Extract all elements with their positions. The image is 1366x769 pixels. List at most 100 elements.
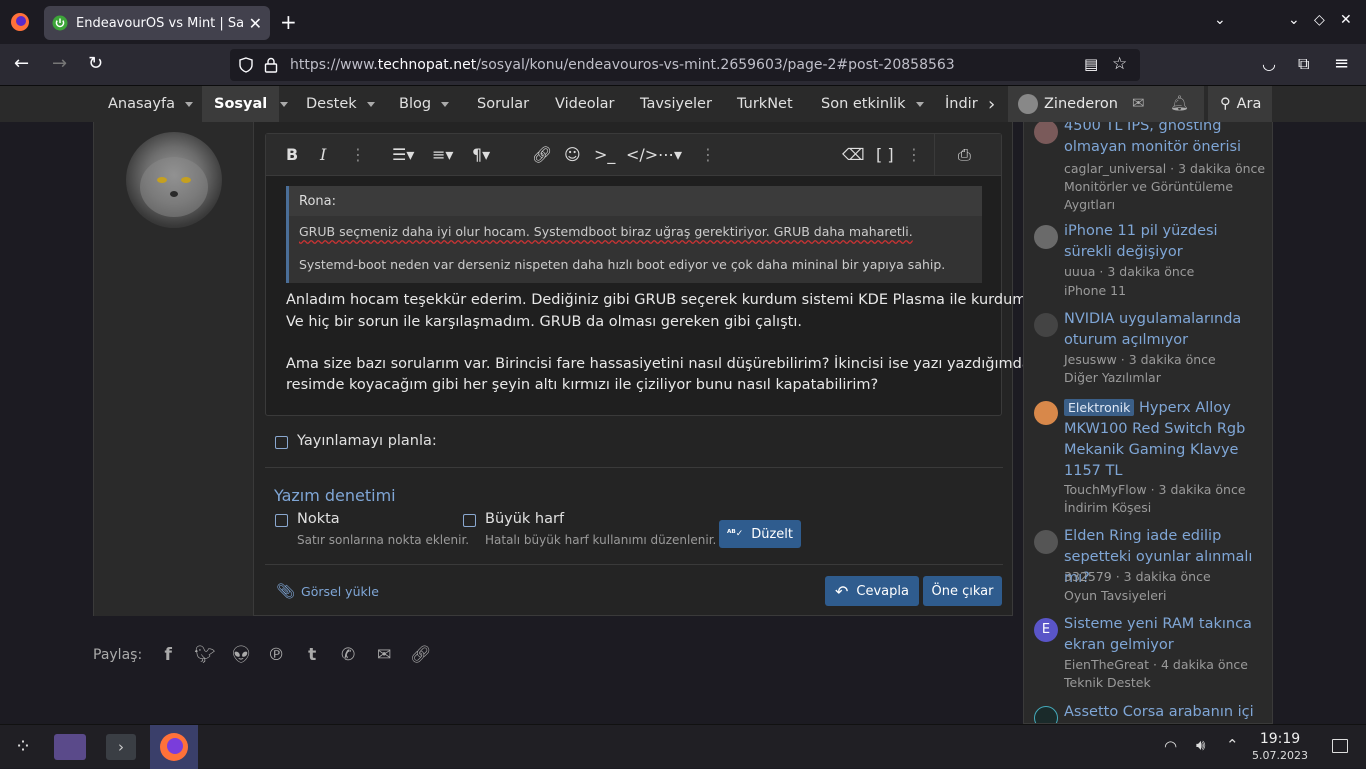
reader-view-icon[interactable]: ▤ — [1084, 55, 1098, 73]
thread-category[interactable]: Oyun Tavsiyeleri — [1064, 587, 1167, 605]
align-icon[interactable]: ≡▾ — [432, 146, 453, 164]
firefox-icon[interactable] — [10, 12, 30, 32]
volume-icon[interactable]: 🔊︎ — [1196, 736, 1205, 754]
upload-image-link[interactable]: 📎︎ Görsel yükle — [276, 582, 379, 600]
back-icon[interactable]: ← — [14, 55, 29, 73]
new-tab-button[interactable]: + — [280, 10, 297, 34]
bookmark-star-icon[interactable]: ☆ — [1112, 54, 1127, 74]
schedule-checkbox[interactable] — [275, 436, 288, 449]
nav-videolar[interactable]: Videolar — [555, 86, 615, 122]
message-editor[interactable]: B I ⋮ ☰▾ ≡▾ ¶▾ 🔗︎ ☺ >_ </> ⋯▾ ⋮ ⌫ [ ] ⋮ … — [265, 133, 1031, 416]
clock-date[interactable]: 5.07.2023 — [1250, 749, 1310, 762]
terminal-icon[interactable]: >_ — [594, 146, 615, 164]
link-icon[interactable]: 🔗︎ — [532, 146, 552, 164]
minimize-icon[interactable]: ⌄ — [1288, 12, 1300, 28]
terminal-icon[interactable]: › — [106, 734, 136, 760]
thread-category[interactable]: Diğer Yazılımlar — [1064, 369, 1161, 387]
extensions-icon[interactable]: ⧉ — [1298, 55, 1309, 73]
thread-meta: caglar_universal · 3 dakika önce — [1064, 161, 1266, 176]
app-menu-icon[interactable]: ≡ — [1334, 55, 1349, 73]
nav-sorular[interactable]: Sorular — [477, 86, 529, 122]
italic-icon[interactable]: I — [320, 146, 326, 164]
chevron-right-icon[interactable]: › — [988, 86, 995, 122]
chevron-down-icon[interactable] — [915, 101, 924, 107]
nokta-checkbox[interactable] — [275, 514, 288, 527]
nav-indir[interactable]: İndir — [945, 86, 979, 122]
chevron-down-icon[interactable] — [366, 101, 375, 107]
lock-icon[interactable] — [264, 57, 278, 73]
link-icon[interactable]: 🔗︎ — [410, 645, 432, 665]
clock-time[interactable]: 19:19 — [1250, 731, 1310, 747]
thread-category[interactable]: Teknik Destek — [1064, 674, 1151, 692]
reddit-icon[interactable]: 👽︎ — [230, 645, 252, 665]
thread-category[interactable]: Monitörler ve Görüntüleme Aygıtları — [1064, 178, 1254, 214]
nav-tavsiyeler[interactable]: Tavsiyeler — [640, 86, 712, 122]
list-icon[interactable]: ☰▾ — [392, 146, 414, 164]
nav-turknet[interactable]: TurkNet — [737, 86, 793, 122]
url-domain: technopat.net — [377, 57, 477, 73]
preview-button[interactable]: Öne çıkar — [923, 576, 1002, 606]
more-vertical-icon[interactable]: ⋮ — [350, 146, 366, 164]
email-icon[interactable]: ✉ — [374, 645, 394, 665]
url-bar[interactable]: https://www. technopat.net/sosyal/konu/en… — [230, 49, 1140, 81]
chevron-down-icon[interactable] — [185, 101, 194, 107]
show-desktop-icon[interactable] — [1332, 739, 1348, 753]
close-tab-icon[interactable]: ✕ — [249, 14, 262, 33]
file-manager-icon[interactable] — [54, 734, 86, 760]
quote-line: GRUB seçmeniz daha iyi olur hocam. Syste… — [299, 224, 913, 239]
thread-title[interactable]: iPhone 11 pil yüzdesi sürekli değişiyor — [1064, 221, 1269, 263]
search-icon: ⚲ — [1220, 96, 1231, 112]
tab-list-icon[interactable]: ⌄ — [1214, 12, 1226, 28]
search-button[interactable]: ⚲ Ara — [1208, 86, 1272, 122]
pocket-icon[interactable]: ◡ — [1262, 55, 1276, 73]
user-menu[interactable]: Zinederon ✉ 🔔︎ — [1008, 86, 1204, 122]
nav-blog[interactable]: Blog — [399, 86, 450, 122]
nav-son-etkinlik[interactable]: Son etkinlik — [821, 86, 924, 122]
paragraph-icon[interactable]: ¶▾ — [472, 146, 490, 164]
thread-title[interactable]: 4500 TL IPS, ghosting olmayan monitör ön… — [1064, 122, 1269, 158]
eraser-icon[interactable]: ⌫ — [842, 146, 865, 164]
thread-title[interactable]: Sisteme yeni RAM takınca ekran gelmiyor — [1064, 614, 1269, 656]
duzelt-button[interactable]: ᴬᴮ✓ Düzelt — [719, 520, 801, 548]
more-horizontal-icon[interactable]: ⋯▾ — [658, 146, 682, 164]
shield-icon[interactable] — [238, 57, 254, 73]
chevron-up-icon[interactable]: ⌃ — [1226, 736, 1239, 754]
app-launcher-icon[interactable]: ⁘ — [10, 733, 36, 759]
nav-anasayfa[interactable]: Anasayfa — [108, 86, 194, 122]
nav-sosyal-dropdown[interactable] — [270, 86, 288, 122]
bold-icon[interactable]: B — [286, 146, 298, 164]
twitter-icon[interactable]: 🐦︎ — [194, 645, 216, 665]
nav-destek[interactable]: Destek — [306, 86, 375, 122]
thread-title[interactable]: Elektronik Hyperx Alloy MKW100 Red Switc… — [1064, 397, 1269, 482]
nav-sosyal[interactable]: Sosyal — [202, 86, 280, 122]
firefox-task-button[interactable] — [150, 725, 198, 769]
code-icon[interactable]: </> — [626, 146, 658, 164]
buyuk-harf-checkbox[interactable] — [463, 514, 476, 527]
thread-title[interactable]: NVIDIA uygulamalarında oturum açılmıyor — [1064, 309, 1269, 351]
bell-icon[interactable]: 🔔︎ — [1170, 94, 1189, 112]
thread-category[interactable]: iPhone 11 — [1064, 282, 1126, 300]
pinterest-icon[interactable]: ℗ — [266, 645, 286, 665]
browser-tab[interactable]: EndeavourOS vs Mint | Sa ✕ — [44, 6, 270, 40]
more-vertical-icon[interactable]: ⋮ — [700, 146, 716, 164]
thread-title[interactable]: Assetto Corsa arabanın içi — [1064, 702, 1269, 723]
whatsapp-icon[interactable]: ✆ — [338, 645, 358, 665]
category-tag[interactable]: Elektronik — [1064, 399, 1135, 416]
more-vertical-icon[interactable]: ⋮ — [906, 146, 922, 164]
thread-category[interactable]: İndirim Köşesi — [1064, 499, 1151, 517]
url-path: /sosyal/konu/endeavouros-vs-mint.2659603… — [476, 57, 955, 73]
close-window-icon[interactable]: ✕ — [1340, 12, 1352, 28]
reply-button[interactable]: ↶ Cevapla — [825, 576, 919, 606]
spellcheck-title: Yazım denetimi — [274, 486, 396, 505]
bbcode-icon[interactable]: [ ] — [876, 146, 894, 164]
forward-icon[interactable]: → — [52, 55, 67, 73]
facebook-icon[interactable]: f — [158, 645, 178, 665]
chevron-down-icon[interactable] — [441, 101, 450, 107]
tumblr-icon[interactable]: t — [302, 645, 322, 665]
smiley-icon[interactable]: ☺ — [564, 146, 581, 164]
maximize-icon[interactable]: ◇ — [1314, 12, 1325, 28]
wifi-icon[interactable]: ◠ — [1164, 737, 1177, 755]
reload-icon[interactable]: ↻ — [88, 55, 103, 73]
mail-icon[interactable]: ✉ — [1132, 94, 1145, 112]
preview-icon[interactable]: ⎙ — [958, 146, 971, 164]
